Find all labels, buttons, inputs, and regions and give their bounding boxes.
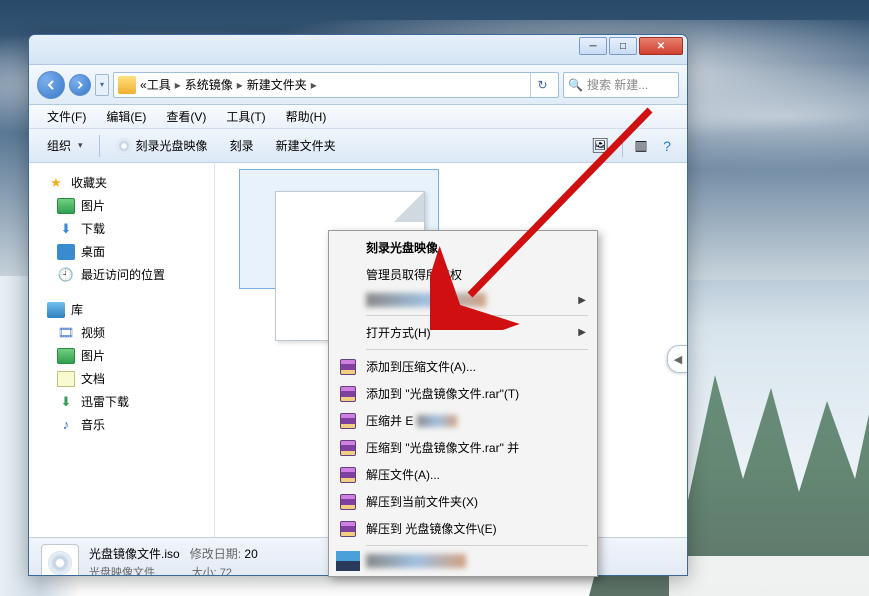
- help-button[interactable]: ?: [655, 134, 679, 158]
- address-bar: ▾ « 工具 ▸ 系统镜像 ▸ 新建文件夹 ▸ ↻ 🔍 搜索 新建...: [29, 65, 687, 105]
- ctx-burn-image[interactable]: 刻录光盘映像: [332, 234, 594, 261]
- rar-icon: [340, 467, 356, 483]
- desktop-icon: [57, 244, 75, 260]
- menu-tools[interactable]: 工具(T): [216, 106, 275, 127]
- sidebar-favorites[interactable]: ★收藏夹: [29, 171, 214, 194]
- status-filetype: 光盘映像文件: [89, 567, 155, 576]
- nav-history-dropdown[interactable]: ▾: [95, 74, 109, 96]
- sidebar-libraries[interactable]: 库: [29, 298, 214, 321]
- menubar: 文件(F) 编辑(E) 查看(V) 工具(T) 帮助(H): [29, 105, 687, 129]
- rar-icon: [340, 440, 356, 456]
- refresh-button[interactable]: ↻: [530, 73, 554, 97]
- search-icon: 🔍: [568, 78, 583, 92]
- ctx-blurred-item-2[interactable]: [332, 549, 594, 573]
- new-folder-button[interactable]: 新建文件夹: [266, 133, 346, 158]
- sidebar-item-xunlei[interactable]: ⬇迅雷下载: [29, 390, 214, 413]
- chevron-right-icon: ▸: [237, 78, 243, 92]
- sidebar-item-pictures2[interactable]: 图片: [29, 344, 214, 367]
- sidebar-item-pictures[interactable]: 图片: [29, 194, 214, 217]
- sidebar-item-desktop[interactable]: 桌面: [29, 240, 214, 263]
- folder-icon: [118, 76, 136, 94]
- preview-pane-button[interactable]: ▥: [629, 134, 653, 158]
- download-icon: ⬇: [57, 221, 75, 237]
- rar-icon: [340, 494, 356, 510]
- separator: [366, 545, 588, 546]
- sidebar-item-recent[interactable]: 🕘最近访问的位置: [29, 263, 214, 286]
- rar-icon: [340, 521, 356, 537]
- close-button[interactable]: ✕: [639, 37, 683, 55]
- side-panel-toggle[interactable]: ◀: [667, 345, 688, 373]
- separator: [366, 349, 588, 350]
- minimize-button[interactable]: ─: [579, 37, 607, 55]
- search-input[interactable]: 🔍 搜索 新建...: [563, 72, 679, 98]
- breadcrumb-item[interactable]: 系统镜像: [185, 76, 233, 93]
- chevron-right-icon: ▸: [175, 78, 181, 92]
- menu-edit[interactable]: 编辑(E): [96, 106, 156, 127]
- separator: [366, 315, 588, 316]
- rar-icon: [340, 386, 356, 402]
- burn-button[interactable]: 刻录: [220, 133, 264, 158]
- status-size-label: 大小:: [192, 567, 217, 576]
- rar-icon: [340, 413, 356, 429]
- breadcrumb[interactable]: « 工具 ▸ 系统镜像 ▸ 新建文件夹 ▸ ↻: [113, 72, 559, 98]
- chevron-right-icon: ▶: [578, 327, 586, 338]
- sidebar-item-music[interactable]: ♪音乐: [29, 413, 214, 436]
- breadcrumb-item[interactable]: 工具: [147, 76, 171, 93]
- context-menu: 刻录光盘映像 管理员取得所有权 ▶ 打开方式(H)▶ 添加到压缩文件(A)...…: [328, 230, 598, 577]
- menu-help[interactable]: 帮助(H): [276, 106, 337, 127]
- status-mod-label: 修改日期:: [190, 547, 241, 561]
- pictures-icon: [57, 198, 75, 214]
- star-icon: ★: [47, 175, 65, 191]
- organize-button[interactable]: 组织: [37, 133, 93, 158]
- ctx-add-archive[interactable]: 添加到压缩文件(A)...: [332, 353, 594, 380]
- navigation-pane[interactable]: ★收藏夹 图片 ⬇下载 桌面 🕘最近访问的位置 库 🎞视频 图片 文档 ⬇迅雷下…: [29, 163, 215, 537]
- menu-file[interactable]: 文件(F): [37, 106, 96, 127]
- pictures-icon: [57, 348, 75, 364]
- ctx-extract-here[interactable]: 解压到当前文件夹(X): [332, 488, 594, 515]
- sidebar-item-downloads[interactable]: ⬇下载: [29, 217, 214, 240]
- ctx-admin-ownership[interactable]: 管理员取得所有权: [332, 261, 594, 288]
- video-icon: 🎞: [57, 325, 75, 341]
- file-type-icon: [41, 544, 79, 577]
- library-icon: [47, 302, 65, 318]
- chevron-right-icon: ▶: [578, 295, 586, 306]
- disc-icon: [116, 138, 132, 154]
- status-filename: 光盘镜像文件.iso: [89, 547, 180, 561]
- breadcrumb-item[interactable]: 新建文件夹: [247, 76, 307, 93]
- ctx-add-rar[interactable]: 添加到 "光盘镜像文件.rar"(T): [332, 380, 594, 407]
- color-icon: [336, 551, 360, 571]
- disc-icon: [48, 551, 72, 575]
- xunlei-icon: ⬇: [57, 394, 75, 410]
- menu-view[interactable]: 查看(V): [156, 106, 216, 127]
- status-mod-value: 20: [244, 547, 257, 561]
- toolbar: 组织 刻录光盘映像 刻录 新建文件夹 🖼 ▥ ?: [29, 129, 687, 163]
- back-button[interactable]: [37, 71, 65, 99]
- rar-icon: [340, 359, 356, 375]
- burn-image-button[interactable]: 刻录光盘映像: [106, 133, 218, 158]
- maximize-button[interactable]: □: [609, 37, 637, 55]
- ctx-extract[interactable]: 解压文件(A)...: [332, 461, 594, 488]
- status-size-value: 72: [220, 567, 232, 576]
- chevron-right-icon: ▸: [311, 78, 317, 92]
- view-options-button[interactable]: 🖼: [592, 134, 616, 158]
- titlebar[interactable]: ─ □ ✕: [29, 35, 687, 65]
- forward-button[interactable]: [69, 74, 91, 96]
- ctx-extract-to[interactable]: 解压到 光盘镜像文件\(E): [332, 515, 594, 542]
- ctx-compress-and[interactable]: 压缩并 E: [332, 407, 594, 434]
- search-placeholder: 搜索 新建...: [587, 76, 648, 93]
- sidebar-item-videos[interactable]: 🎞视频: [29, 321, 214, 344]
- recent-icon: 🕘: [57, 267, 75, 283]
- document-icon: [57, 371, 75, 387]
- ctx-blurred-item[interactable]: ▶: [332, 288, 594, 312]
- ctx-compress-to-and[interactable]: 压缩到 "光盘镜像文件.rar" 并: [332, 434, 594, 461]
- ctx-open-with[interactable]: 打开方式(H)▶: [332, 319, 594, 346]
- sidebar-item-documents[interactable]: 文档: [29, 367, 214, 390]
- breadcrumb-prefix[interactable]: «: [140, 78, 147, 92]
- music-icon: ♪: [57, 417, 75, 433]
